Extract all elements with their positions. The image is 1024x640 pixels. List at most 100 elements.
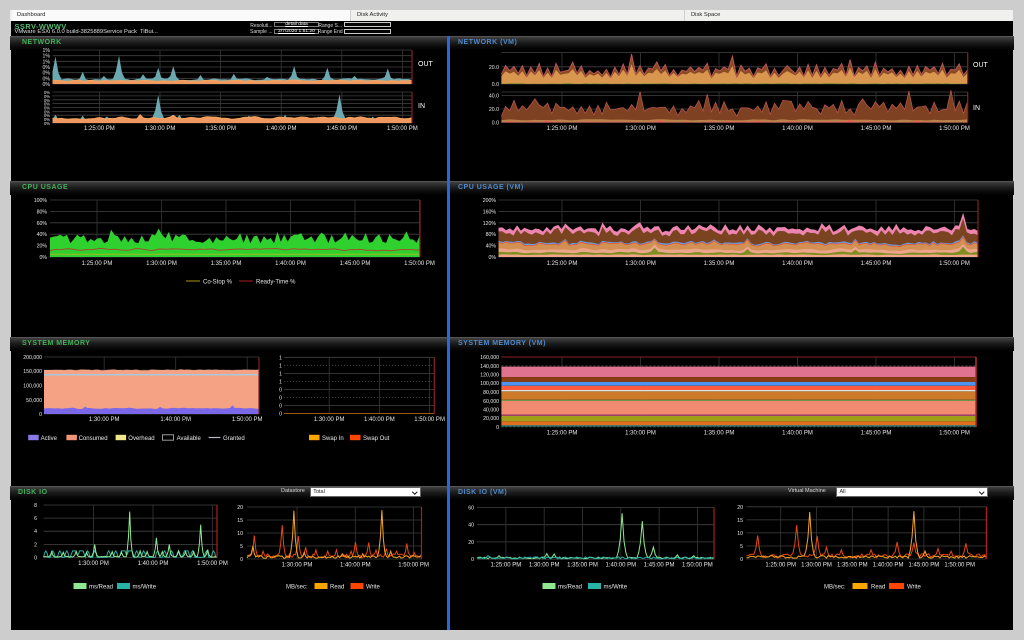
svg-text:8: 8 bbox=[34, 503, 37, 509]
svg-text:1: 1 bbox=[279, 363, 282, 369]
svg-text:Write: Write bbox=[366, 585, 381, 591]
svg-text:1:50:00 PM: 1:50:00 PM bbox=[232, 417, 263, 423]
svg-text:ms/Read: ms/Read bbox=[89, 585, 113, 591]
svg-text:20: 20 bbox=[468, 540, 474, 546]
svg-text:ms/Write: ms/Write bbox=[133, 585, 157, 591]
svg-text:ms/Read: ms/Read bbox=[558, 585, 582, 591]
svg-text:80%: 80% bbox=[486, 232, 497, 238]
svg-text:1:30:00 PM: 1:30:00 PM bbox=[625, 261, 656, 267]
svg-text:0%: 0% bbox=[40, 255, 48, 261]
svg-text:Granted: Granted bbox=[223, 436, 245, 442]
svg-text:Consumed: Consumed bbox=[79, 436, 108, 442]
svg-text:Ready-Time %: Ready-Time % bbox=[256, 280, 296, 286]
svg-text:Active: Active bbox=[41, 436, 58, 442]
svg-text:15: 15 bbox=[737, 518, 743, 524]
svg-text:40,000: 40,000 bbox=[483, 408, 499, 414]
svg-text:20: 20 bbox=[237, 505, 243, 511]
svg-text:1:50:00 PM: 1:50:00 PM bbox=[387, 126, 418, 132]
svg-text:0%: 0% bbox=[489, 255, 497, 261]
svg-text:100%: 100% bbox=[34, 198, 48, 204]
svg-text:1:40:00 PM: 1:40:00 PM bbox=[782, 261, 813, 267]
svg-text:1: 1 bbox=[279, 371, 282, 377]
svg-text:40%: 40% bbox=[486, 244, 497, 250]
svg-text:0: 0 bbox=[279, 404, 282, 410]
svg-text:60,000: 60,000 bbox=[483, 399, 499, 405]
svg-text:60%: 60% bbox=[37, 221, 48, 227]
svg-text:1:25:00 PM: 1:25:00 PM bbox=[84, 126, 115, 132]
svg-text:OUT: OUT bbox=[973, 62, 989, 69]
svg-text:140,000: 140,000 bbox=[480, 364, 499, 370]
svg-text:Swap Out: Swap Out bbox=[363, 436, 390, 442]
svg-text:OUT: OUT bbox=[418, 61, 434, 68]
svg-text:1:50:00 PM: 1:50:00 PM bbox=[939, 431, 970, 437]
svg-text:120%: 120% bbox=[483, 221, 497, 227]
svg-text:Read: Read bbox=[871, 585, 885, 591]
svg-text:1:40:00 PM: 1:40:00 PM bbox=[364, 417, 395, 423]
svg-text:1:45:00 PM: 1:45:00 PM bbox=[340, 261, 371, 267]
svg-text:0: 0 bbox=[34, 556, 37, 562]
svg-text:200%: 200% bbox=[483, 198, 497, 204]
svg-text:1:50:00 PM: 1:50:00 PM bbox=[404, 261, 435, 267]
svg-text:40.0: 40.0 bbox=[489, 94, 499, 100]
svg-text:1:25:00 PM: 1:25:00 PM bbox=[547, 126, 578, 132]
svg-text:1:30:00 PM: 1:30:00 PM bbox=[145, 126, 176, 132]
svg-text:1:30:00 PM: 1:30:00 PM bbox=[282, 563, 313, 569]
svg-text:1:30:00 PM: 1:30:00 PM bbox=[314, 417, 345, 423]
svg-text:0: 0 bbox=[471, 557, 474, 563]
svg-text:50,000: 50,000 bbox=[26, 398, 42, 404]
svg-text:1:40:00 PM: 1:40:00 PM bbox=[873, 563, 904, 569]
svg-text:1:35:00 PM: 1:35:00 PM bbox=[567, 563, 598, 569]
svg-text:1: 1 bbox=[279, 355, 282, 361]
svg-text:40%: 40% bbox=[37, 232, 48, 238]
svg-text:1:45:00 PM: 1:45:00 PM bbox=[909, 563, 940, 569]
svg-text:10: 10 bbox=[737, 531, 743, 537]
svg-text:1:40:00 PM: 1:40:00 PM bbox=[160, 417, 191, 423]
svg-text:4: 4 bbox=[34, 529, 37, 535]
svg-text:1:25:00 PM: 1:25:00 PM bbox=[547, 431, 578, 437]
svg-text:60: 60 bbox=[468, 505, 474, 511]
svg-text:1:50:00 PM: 1:50:00 PM bbox=[944, 563, 975, 569]
svg-text:0: 0 bbox=[496, 425, 499, 431]
svg-text:1:40:00 PM: 1:40:00 PM bbox=[340, 563, 371, 569]
svg-text:160%: 160% bbox=[483, 209, 497, 215]
svg-text:0: 0 bbox=[740, 557, 743, 563]
svg-text:200,000: 200,000 bbox=[23, 355, 42, 361]
svg-text:1:40:00 PM: 1:40:00 PM bbox=[605, 563, 636, 569]
svg-text:1:45:00 PM: 1:45:00 PM bbox=[861, 261, 892, 267]
svg-text:1:40:00 PM: 1:40:00 PM bbox=[266, 126, 297, 132]
svg-text:0%: 0% bbox=[43, 82, 51, 88]
svg-text:80,000: 80,000 bbox=[483, 390, 499, 396]
svg-text:100,000: 100,000 bbox=[23, 384, 42, 390]
svg-text:1: 1 bbox=[279, 379, 282, 385]
svg-text:160,000: 160,000 bbox=[480, 355, 499, 361]
svg-text:1:45:00 PM: 1:45:00 PM bbox=[326, 126, 357, 132]
svg-text:10: 10 bbox=[237, 531, 243, 537]
svg-text:1:50:00 PM: 1:50:00 PM bbox=[682, 563, 713, 569]
svg-text:1:30:00 PM: 1:30:00 PM bbox=[89, 417, 120, 423]
svg-text:0%: 0% bbox=[44, 121, 50, 126]
svg-text:1:30:00 PM: 1:30:00 PM bbox=[78, 561, 109, 567]
svg-text:15: 15 bbox=[237, 518, 243, 524]
svg-text:0: 0 bbox=[279, 395, 282, 401]
svg-text:1:40:00 PM: 1:40:00 PM bbox=[782, 126, 813, 132]
svg-text:MB/sec:: MB/sec: bbox=[286, 585, 308, 591]
svg-text:1:50:00 PM: 1:50:00 PM bbox=[939, 261, 970, 267]
svg-text:1:50:00 PM: 1:50:00 PM bbox=[939, 126, 970, 132]
svg-text:20.0: 20.0 bbox=[489, 107, 499, 113]
svg-text:Available: Available bbox=[177, 436, 202, 442]
svg-text:0.0: 0.0 bbox=[492, 82, 499, 88]
svg-text:20: 20 bbox=[737, 505, 743, 511]
svg-text:1:45:00 PM: 1:45:00 PM bbox=[861, 431, 892, 437]
svg-text:1:30:00 PM: 1:30:00 PM bbox=[529, 563, 560, 569]
svg-text:1:50:00 PM: 1:50:00 PM bbox=[398, 563, 429, 569]
svg-text:1:25:00 PM: 1:25:00 PM bbox=[491, 563, 522, 569]
svg-text:0: 0 bbox=[39, 412, 42, 418]
svg-text:1:25:00 PM: 1:25:00 PM bbox=[547, 261, 578, 267]
svg-text:150,000: 150,000 bbox=[23, 369, 42, 375]
svg-text:100,000: 100,000 bbox=[480, 381, 499, 387]
svg-text:1:50:00 PM: 1:50:00 PM bbox=[197, 561, 228, 567]
svg-text:2: 2 bbox=[34, 542, 37, 548]
svg-text:Overhead: Overhead bbox=[128, 436, 154, 442]
svg-text:1:30:00 PM: 1:30:00 PM bbox=[625, 431, 656, 437]
svg-text:40: 40 bbox=[468, 523, 474, 529]
